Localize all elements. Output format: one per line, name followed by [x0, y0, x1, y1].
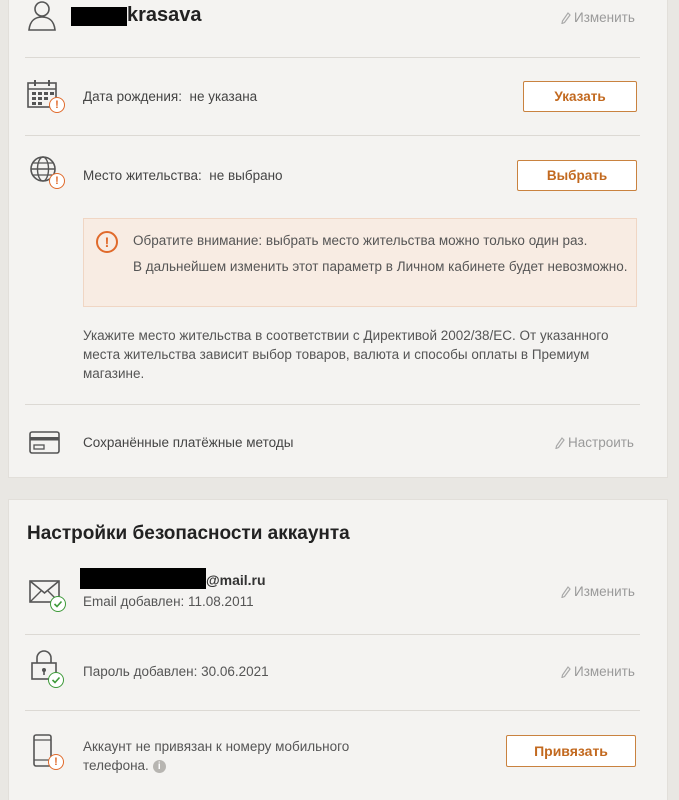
email-added-date: Email добавлен: 11.08.2011: [83, 594, 254, 609]
phone-status-text: Аккаунт не привязан к номеру мобильного …: [83, 737, 383, 775]
configure-payment-link[interactable]: Настроить: [555, 435, 634, 450]
edit-username-label: Изменить: [574, 10, 635, 25]
check-badge-icon: [48, 672, 64, 688]
credit-card-icon: [29, 431, 61, 455]
birthday-field: Дата рождения: не указана: [83, 89, 257, 104]
residence-label: Место жительства:: [83, 168, 202, 183]
info-icon[interactable]: i: [152, 759, 166, 773]
username: krasava: [127, 4, 202, 26]
payment-methods-label: Сохранённые платёжные методы: [83, 435, 294, 450]
divider: [25, 135, 640, 136]
profile-card: krasava Изменить ! Дата рождения: не ука…: [8, 0, 668, 478]
redacted-email: [80, 568, 206, 589]
edit-email-link[interactable]: Изменить: [561, 584, 635, 599]
birthday-value: не указана: [189, 89, 258, 104]
edit-password-link[interactable]: Изменить: [561, 664, 635, 679]
edit-password-label: Изменить: [574, 664, 635, 679]
link-phone-button[interactable]: Привязать: [506, 735, 636, 767]
pencil-icon: [561, 11, 571, 24]
residence-info: Укажите место жительства в соответствии …: [83, 328, 609, 381]
divider: [25, 710, 640, 711]
warning-badge-icon: !: [48, 754, 64, 770]
set-birthday-button[interactable]: Указать: [523, 81, 637, 112]
phone-status-line-1: Аккаунт не привязан к номеру мобильного: [83, 739, 350, 754]
residence-value: не выбрано: [209, 168, 283, 183]
birthday-label: Дата рождения:: [83, 89, 182, 104]
configure-payment-label: Настроить: [568, 435, 634, 450]
select-residence-button[interactable]: Выбрать: [517, 160, 637, 191]
check-badge-icon: [50, 596, 66, 612]
email-domain: @mail.ru: [206, 572, 266, 588]
security-card: Настройки безопасности аккаунта @mail.ru…: [8, 499, 668, 800]
pencil-icon: [555, 436, 565, 449]
user-icon: [27, 0, 57, 31]
divider: [25, 404, 640, 405]
warning-badge-icon: !: [49, 173, 65, 189]
exclamation-icon: !: [96, 231, 118, 253]
warning-badge-icon: !: [49, 97, 65, 113]
redacted-username: [71, 7, 127, 26]
pencil-icon: [561, 665, 571, 678]
pencil-icon: [561, 585, 571, 598]
password-added-date: Пароль добавлен: 30.06.2021: [83, 664, 269, 679]
residence-field: Место жительства: не выбрано: [83, 168, 283, 183]
phone-status-line-2: телефона.: [83, 758, 149, 773]
divider: [25, 57, 640, 58]
divider: [25, 634, 640, 635]
edit-username-link[interactable]: Изменить: [561, 10, 635, 25]
notice-line-1: Обратите внимание: выбрать место жительс…: [133, 233, 588, 248]
edit-email-label: Изменить: [574, 584, 635, 599]
security-section-title: Настройки безопасности аккаунта: [27, 523, 350, 544]
residence-notice: ! Обратите внимание: выбрать место жител…: [83, 218, 637, 307]
notice-text: Обратите внимание: выбрать место жительс…: [133, 232, 628, 278]
notice-line-2: В дальнейшем изменить этот параметр в Ли…: [133, 259, 628, 274]
